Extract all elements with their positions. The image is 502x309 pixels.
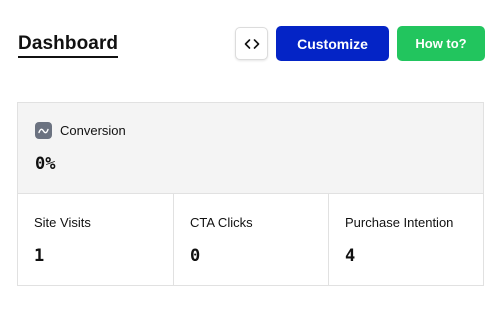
stat-label: Purchase Intention xyxy=(345,215,454,230)
stat-value: 1 xyxy=(34,246,45,266)
trend-wave-icon xyxy=(35,122,52,139)
stat-site-visits: Site Visits 1 xyxy=(18,194,174,285)
page-title[interactable]: Dashboard xyxy=(18,32,119,58)
conversion-label: Conversion xyxy=(60,123,126,138)
stat-purchase-intention: Purchase Intention 4 xyxy=(329,194,483,285)
conversion-value: 0% xyxy=(35,154,56,174)
stat-cta-clicks: CTA Clicks 0 xyxy=(174,194,329,285)
stat-value: 4 xyxy=(345,246,356,266)
code-view-button[interactable] xyxy=(235,27,268,60)
code-brackets-icon xyxy=(244,38,259,49)
stats-row: Site Visits 1 CTA Clicks 0 Purchase Inte… xyxy=(18,194,483,285)
stat-label: CTA Clicks xyxy=(190,215,253,230)
stat-value: 0 xyxy=(190,246,201,266)
conversion-card: Conversion 0% xyxy=(18,103,483,194)
customize-button[interactable]: Customize xyxy=(276,26,389,61)
metrics-panel: Conversion 0% Site Visits 1 CTA Clicks 0… xyxy=(17,102,484,286)
stat-label: Site Visits xyxy=(34,215,91,230)
how-to-button[interactable]: How to? xyxy=(397,26,485,61)
dashboard-header: Dashboard Customize How to? xyxy=(0,0,502,90)
